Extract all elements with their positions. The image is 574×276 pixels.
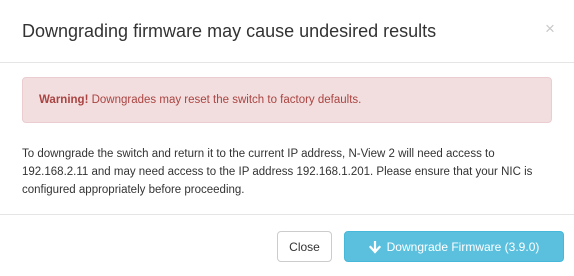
dialog-body-text: To downgrade the switch and return it to… — [22, 148, 533, 196]
downgrade-firmware-label: Downgrade Firmware (3.9.0) — [386, 240, 540, 254]
alert-prefix: Warning! — [39, 94, 89, 106]
close-button[interactable]: Close — [277, 231, 332, 262]
arrow-down-icon — [368, 233, 381, 262]
dialog-header: Downgrading firmware may cause undesired… — [0, 0, 574, 63]
downgrade-firmware-button[interactable]: Downgrade Firmware (3.9.0) — [344, 231, 564, 262]
dialog-footer: Close Downgrade Firmware (3.9.0) — [0, 214, 574, 276]
dialog-title: Downgrading firmware may cause undesired… — [22, 21, 437, 41]
close-icon[interactable]: × — [541, 19, 559, 39]
warning-alert: Warning! Downgrades may reset the switch… — [22, 77, 552, 123]
alert-message: Downgrades may reset the switch to facto… — [88, 94, 362, 106]
downgrade-firmware-dialog: Downgrading firmware may cause undesired… — [0, 0, 574, 276]
